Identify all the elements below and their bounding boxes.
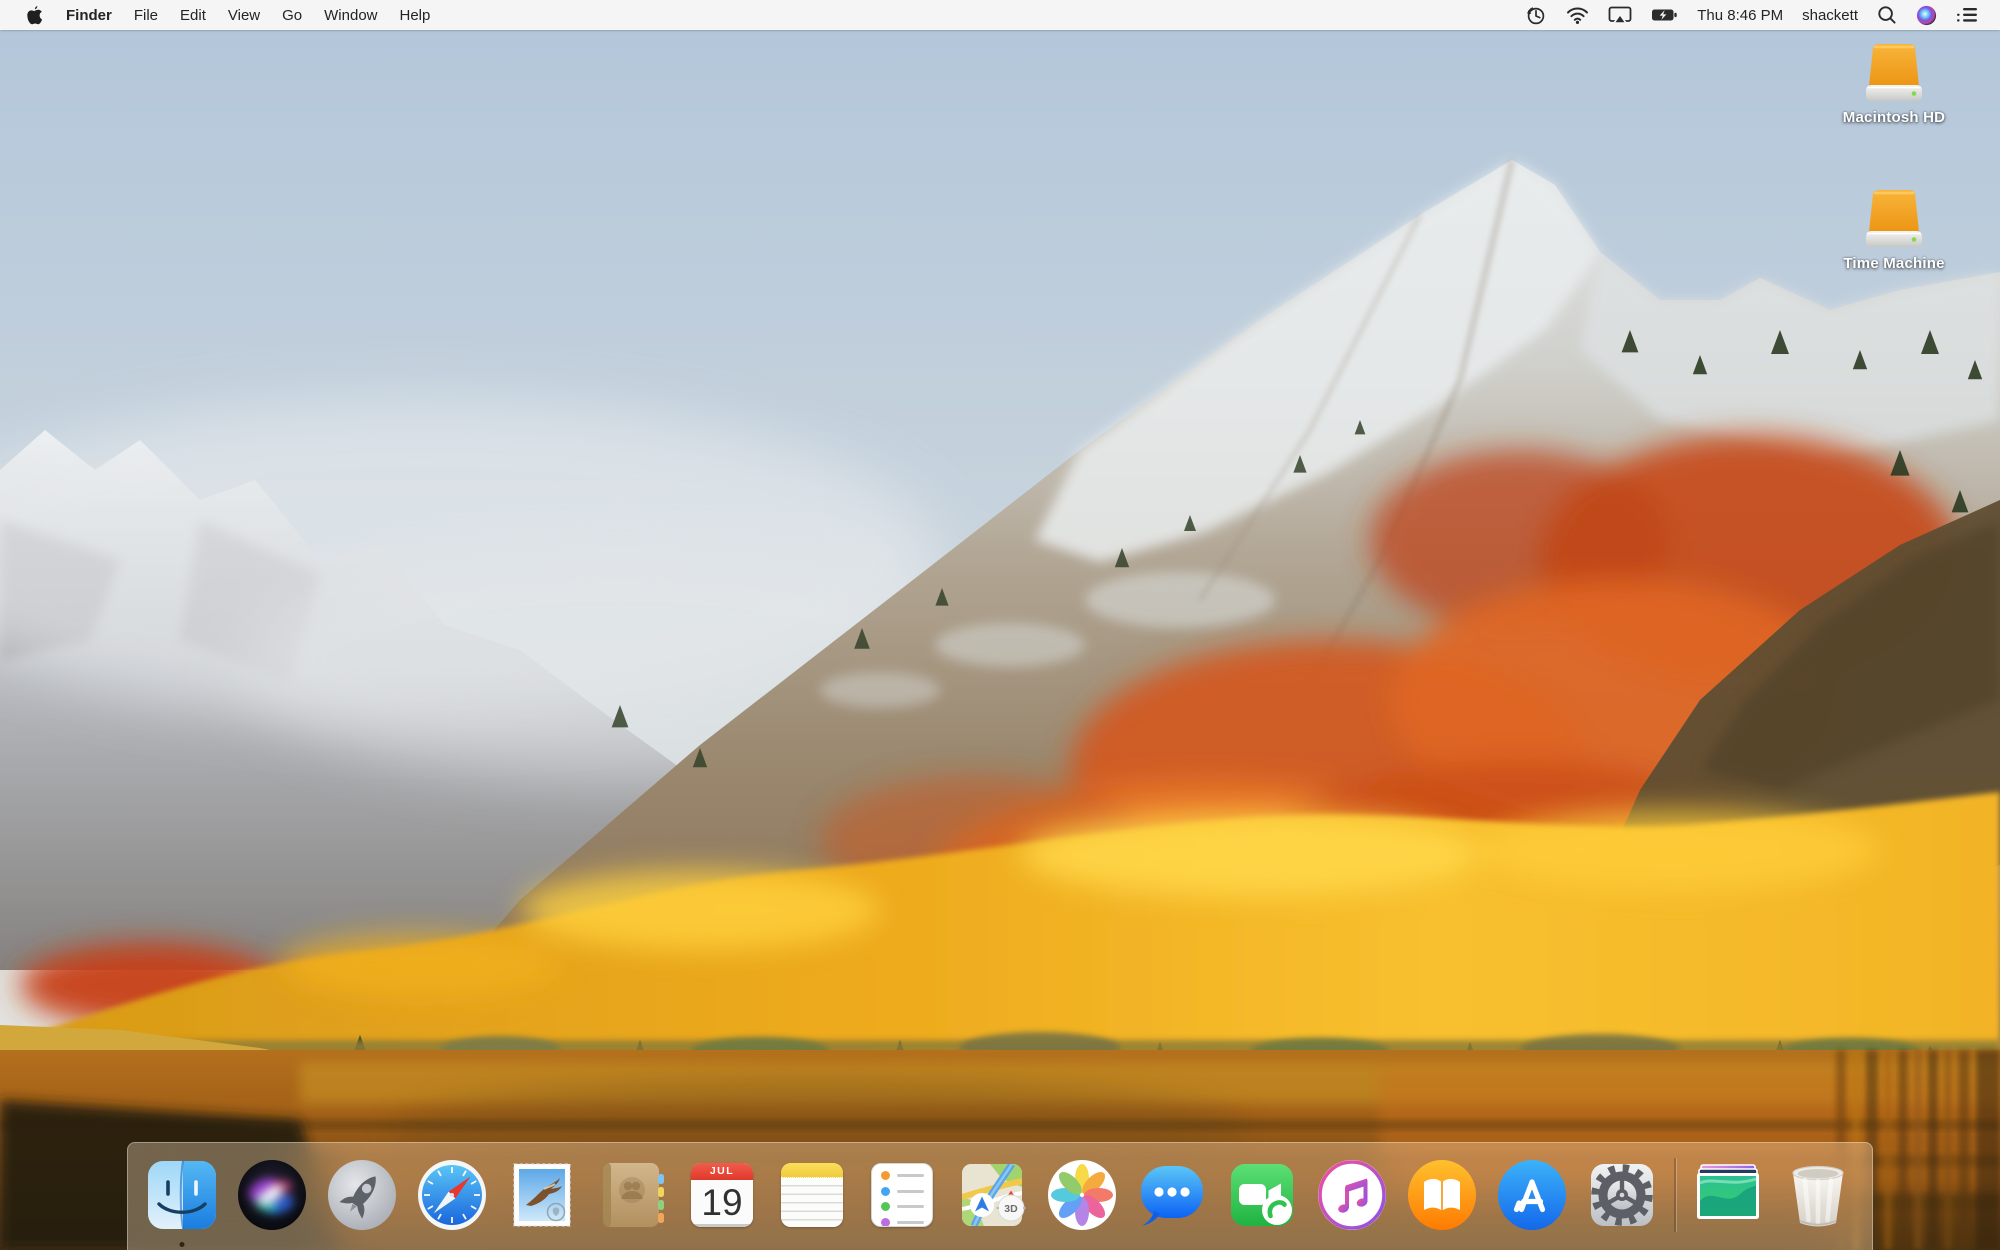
desktop-icon-area: Macintosh HD Time Machine: [1814, 44, 1974, 272]
notes-icon: [781, 1163, 843, 1227]
menu-view[interactable]: View: [217, 0, 271, 30]
dock-facetime[interactable]: [1224, 1157, 1300, 1233]
dock-system-preferences[interactable]: [1584, 1157, 1660, 1233]
siri-icon: [238, 1160, 306, 1230]
dock-launchpad[interactable]: [324, 1157, 400, 1233]
dock-photos[interactable]: [1044, 1157, 1120, 1233]
dock-itunes[interactable]: [1314, 1157, 1390, 1233]
dock-calendar[interactable]: JUL 19: [684, 1157, 760, 1233]
facetime-icon: [1231, 1164, 1293, 1226]
notification-center-icon[interactable]: [1956, 0, 1978, 30]
app-store-icon: [1498, 1160, 1566, 1230]
wallpaper-image: [0, 0, 2000, 1250]
dock-mail[interactable]: [504, 1157, 580, 1233]
launchpad-icon: [328, 1160, 396, 1230]
safari-icon: [418, 1160, 486, 1230]
user-menu[interactable]: shackett: [1802, 7, 1858, 24]
apple-menu[interactable]: [14, 0, 55, 30]
dock-finder[interactable]: [144, 1157, 220, 1247]
dock-desktop-pictures-stack[interactable]: [1690, 1157, 1766, 1233]
menu-file[interactable]: File: [123, 0, 169, 30]
desktop-icon-label: Macintosh HD: [1842, 109, 1946, 126]
desktop-icon-label: Time Machine: [1843, 255, 1945, 272]
dock: JUL 19 3D: [127, 1142, 1873, 1250]
menu-edit[interactable]: Edit: [169, 0, 217, 30]
external-drive-icon: [1866, 190, 1922, 247]
messages-icon: [1141, 1166, 1203, 1226]
dock-safari[interactable]: [414, 1157, 490, 1233]
battery-charging-icon[interactable]: [1651, 0, 1678, 30]
system-preferences-icon: [1591, 1164, 1653, 1226]
dock-trash[interactable]: [1780, 1157, 1856, 1233]
wifi-icon[interactable]: [1566, 0, 1589, 30]
spotlight-icon[interactable]: [1877, 0, 1897, 30]
menu-bar: Finder File Edit View Go Window Help Thu…: [0, 0, 2000, 30]
dock-reminders[interactable]: [864, 1157, 940, 1233]
apple-logo-icon: [27, 6, 43, 25]
time-machine-menu-icon[interactable]: [1525, 0, 1547, 30]
menu-finder[interactable]: Finder: [55, 0, 123, 30]
calendar-icon: JUL 19: [691, 1163, 753, 1227]
dock-maps[interactable]: 3D: [954, 1157, 1030, 1233]
calendar-month: JUL: [691, 1163, 753, 1180]
photos-icon: [1048, 1160, 1116, 1230]
ibooks-icon: [1408, 1160, 1476, 1230]
menu-go[interactable]: Go: [271, 0, 313, 30]
siri-icon[interactable]: [1916, 0, 1937, 30]
itunes-icon: [1318, 1160, 1386, 1230]
external-drive-icon: [1866, 44, 1922, 101]
contacts-icon: [603, 1163, 664, 1227]
reminders-icon: [871, 1163, 933, 1227]
mail-icon: [513, 1163, 571, 1227]
dock-separator: [1674, 1158, 1676, 1232]
airplay-display-icon[interactable]: [1608, 0, 1632, 30]
dock-app-store[interactable]: [1494, 1157, 1570, 1233]
dock-contacts[interactable]: [594, 1157, 670, 1233]
dock-ibooks[interactable]: [1404, 1157, 1480, 1233]
menu-window[interactable]: Window: [313, 0, 388, 30]
menu-help[interactable]: Help: [389, 0, 442, 30]
maps-3d-badge: 3D: [1004, 1203, 1018, 1215]
menu-bar-clock[interactable]: Thu 8:46 PM: [1697, 7, 1783, 24]
desktop: Finder File Edit View Go Window Help Thu…: [0, 0, 2000, 1250]
desktop-icon-macintosh-hd[interactable]: Macintosh HD: [1814, 44, 1974, 126]
dock-messages[interactable]: [1134, 1157, 1210, 1233]
desktop-icon-time-machine[interactable]: Time Machine: [1814, 190, 1974, 272]
trash-icon: [1792, 1165, 1844, 1227]
dock-siri[interactable]: [234, 1157, 310, 1233]
finder-icon: [148, 1160, 216, 1230]
desktop-pictures-stack-icon: [1697, 1164, 1759, 1219]
calendar-day: 19: [691, 1180, 753, 1224]
maps-icon: 3D: [962, 1164, 1026, 1226]
running-indicator: [179, 1242, 185, 1247]
dock-notes[interactable]: [774, 1157, 850, 1233]
